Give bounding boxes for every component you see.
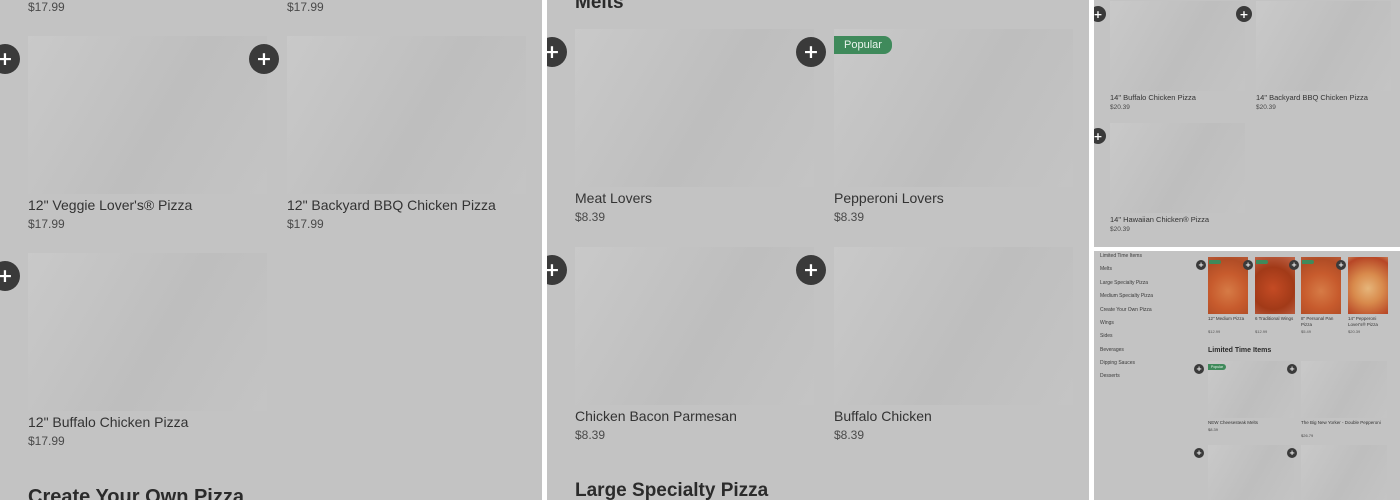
item-name: The Big New Yorker - Double Pepperoni <box>1301 420 1381 425</box>
item-image[interactable] <box>1110 123 1245 213</box>
item-image[interactable] <box>1256 1 1391 91</box>
item-price: $17.99 <box>28 217 65 231</box>
sidebar-item-sides[interactable]: Sides <box>1100 333 1113 339</box>
item-image[interactable] <box>1348 257 1388 314</box>
item-name: 14" Buffalo Chicken Pizza <box>1110 93 1196 102</box>
plus-icon[interactable]: + <box>1243 260 1253 270</box>
item-image[interactable] <box>1301 445 1387 500</box>
sidebar-item-beverages[interactable]: Beverages <box>1100 347 1124 353</box>
plus-icon[interactable]: + <box>547 37 567 67</box>
deal-badge <box>1209 260 1221 264</box>
item-price: $8.39 <box>575 428 606 442</box>
item-name: 12" Veggie Lover's® Pizza <box>28 197 193 213</box>
item-price: $17.99 <box>28 0 65 14</box>
section-heading: Melts <box>575 0 624 13</box>
item-name: 12" Backyard BBQ Chicken Pizza <box>287 197 496 213</box>
sidebar-item-large-specialty[interactable]: Large Specialty Pizza <box>1100 280 1148 286</box>
plus-icon[interactable]: + <box>796 37 826 67</box>
item-price: $8.39 <box>1208 427 1219 432</box>
item-name: Chicken Bacon Parmesan <box>575 408 737 424</box>
item-image[interactable] <box>1301 361 1387 418</box>
menu-panel-14-inch: + 14" Buffalo Chicken Pizza $20.39 + 14"… <box>1094 0 1400 247</box>
item-price: $8.39 <box>575 210 606 224</box>
deal-badge <box>1302 260 1314 264</box>
menu-panel-12-inch: $17.99 $17.99 + 12" Veggie Lover's® Pizz… <box>0 0 542 500</box>
sidebar-item-medium-specialty[interactable]: Medium Specialty Pizza <box>1100 293 1153 299</box>
plus-icon[interactable]: + <box>1194 364 1204 374</box>
item-price: $26.79 <box>1301 433 1314 438</box>
item-image[interactable] <box>575 247 814 405</box>
deal-badge <box>1256 260 1268 264</box>
plus-icon[interactable]: + <box>0 261 20 291</box>
sidebar-item-wings[interactable]: Wings <box>1100 320 1114 326</box>
sidebar-item-create-your-own[interactable]: Create Your Own Pizza <box>1100 307 1152 313</box>
sidebar-item-melts[interactable]: Melts <box>1100 266 1112 272</box>
item-price: $20.39 <box>1348 329 1361 334</box>
plus-icon[interactable]: + <box>796 255 826 285</box>
item-image[interactable] <box>834 247 1073 405</box>
item-price: $17.99 <box>28 434 65 448</box>
item-price: $17.99 <box>287 0 324 14</box>
item-name: Meat Lovers <box>575 190 653 206</box>
item-image[interactable] <box>1208 257 1248 314</box>
plus-icon[interactable]: + <box>1094 6 1106 22</box>
item-name: 8" Personal Pan Pizza <box>1301 316 1334 327</box>
plus-icon[interactable]: + <box>1336 260 1346 270</box>
item-image[interactable] <box>1208 445 1294 500</box>
item-image[interactable] <box>1110 1 1245 91</box>
section-heading: Limited Time Items <box>1208 347 1272 354</box>
plus-icon[interactable]: + <box>547 255 567 285</box>
item-price: $5.49 <box>1301 329 1312 334</box>
section-heading: Large Specialty Pizza <box>575 480 769 500</box>
item-price: $17.99 <box>287 217 324 231</box>
plus-icon[interactable]: + <box>1196 260 1206 270</box>
plus-icon[interactable]: + <box>1287 448 1297 458</box>
plus-icon[interactable]: + <box>1236 6 1252 22</box>
item-name: Pepperoni Lovers <box>834 190 944 206</box>
item-name: NEW Cheesesteak Melts <box>1208 420 1259 425</box>
popular-badge: Popular <box>834 36 892 54</box>
plus-icon[interactable]: + <box>249 44 279 74</box>
plus-icon[interactable]: + <box>0 44 20 74</box>
sidebar-item-desserts[interactable]: Desserts <box>1100 373 1120 379</box>
plus-icon[interactable]: + <box>1094 128 1106 144</box>
plus-icon[interactable]: + <box>1194 448 1204 458</box>
item-price: $20.39 <box>1110 104 1130 111</box>
item-name: 14" Hawaiian Chicken® Pizza <box>1110 215 1210 224</box>
item-name: 12" Medium Pizza <box>1208 316 1245 321</box>
item-price: $20.39 <box>1256 104 1276 111</box>
plus-icon[interactable]: + <box>1287 364 1297 374</box>
sidebar-item-dipping-sauces[interactable]: Dipping Sauces <box>1100 360 1135 366</box>
item-name: 14" Backyard BBQ Chicken Pizza <box>1256 93 1368 102</box>
item-name: 6 Traditional Wings <box>1255 316 1294 321</box>
item-name: 12" Buffalo Chicken Pizza <box>28 414 189 430</box>
item-image[interactable] <box>575 29 814 187</box>
item-price: $8.39 <box>834 428 865 442</box>
item-name: Buffalo Chicken <box>834 408 932 424</box>
item-price: $20.39 <box>1110 226 1130 233</box>
item-price: $8.39 <box>834 210 865 224</box>
item-name: 14" Pepperoni Lover's® Pizza <box>1348 316 1378 327</box>
menu-panel-melts: Melts + Meat Lovers $8.39 Popular + Pepp… <box>547 0 1089 500</box>
item-image[interactable] <box>28 253 267 411</box>
item-image[interactable] <box>1301 257 1341 314</box>
item-image[interactable] <box>287 36 526 194</box>
section-heading: Create Your Own Pizza <box>28 486 244 500</box>
menu-overview-panel: Limited Time Items Melts Large Specialty… <box>1094 251 1400 500</box>
item-price: $12.99 <box>1208 329 1221 334</box>
item-price: $12.99 <box>1255 329 1268 334</box>
item-image[interactable] <box>28 36 267 194</box>
popular-badge: Popular <box>1208 364 1227 370</box>
sidebar-item-limited-time[interactable]: Limited Time Items <box>1100 253 1142 259</box>
plus-icon[interactable]: + <box>1289 260 1299 270</box>
